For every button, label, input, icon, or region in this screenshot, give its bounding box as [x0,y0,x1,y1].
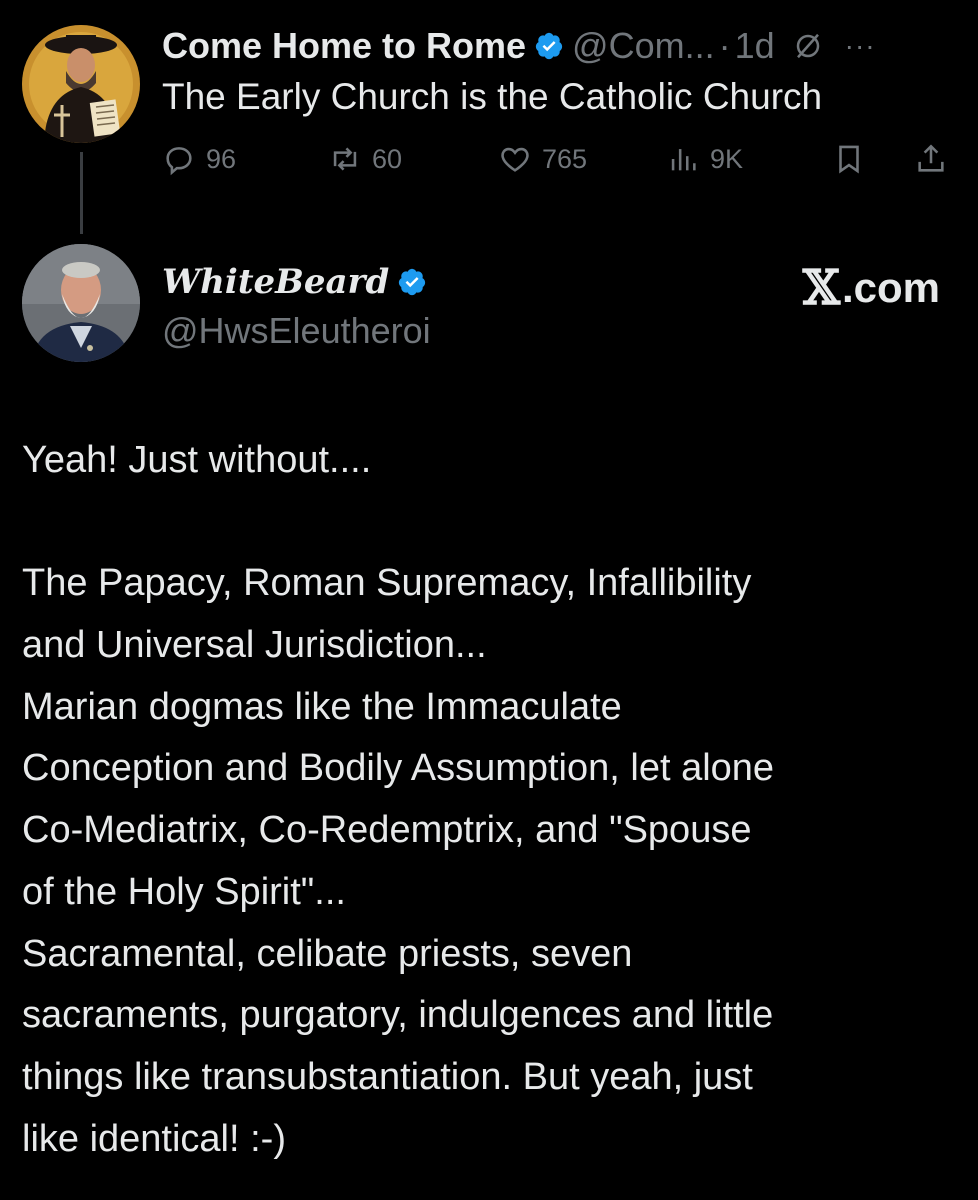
tweet1-author-name[interactable]: Come Home to Rome [162,25,526,67]
views-icon [671,149,696,171]
tweet2-handle[interactable]: @HwsEleutheroi [162,310,431,352]
views-button[interactable]: 9K [666,142,743,176]
tweet2-line: Sacramental, celibate priests, seven [22,932,633,975]
tweet2-line: sacraments, purgatory, indulgences and l… [22,994,774,1037]
reply-button[interactable]: 96 [162,142,236,176]
tweet1-handle[interactable]: @Com... [572,25,715,67]
tweet2-author-name[interactable]: WhiteBeard [162,262,389,302]
retweet-count: 60 [372,143,403,174]
like-count: 765 [542,143,588,174]
tweet2-line [22,492,957,554]
tweet2-line: things like transubstantiation. But yeah… [22,1055,753,1098]
tweet2-line: The Papacy, Roman Supremacy, Infallibili… [22,562,752,605]
tweet2-text: Yeah! Just without.... The Papacy, Roman… [22,430,957,1170]
avatar-whitebeard[interactable] [22,244,140,362]
retweet-icon [333,147,357,171]
views-count: 9K [710,143,744,174]
tweet1-text: The Early Church is the Catholic Church [162,76,823,117]
watermark-text: .com [841,264,940,311]
verified-badge-icon [535,32,563,60]
like-button[interactable]: 765 [498,142,587,176]
share-button[interactable] [914,142,958,176]
avatar-come-home-to-rome[interactable] [22,25,140,143]
tweet2-line: Yeah! Just without.... [22,439,372,481]
x-logo-icon: 𝕏 [802,260,840,316]
tweet2-line: Conception and Bodily Assumption, let al… [22,747,775,790]
thread-connector-line [80,152,83,234]
tweet2-author-row: WhiteBeard [162,258,435,306]
tweet1-header: Come Home to Rome @Com... · 1d ··· [162,22,876,70]
verified-badge-icon [399,268,426,296]
x-com-watermark: 𝕏 .com [803,260,940,316]
bookmark-button[interactable] [832,142,876,176]
like-icon [501,147,529,172]
reply-count: 96 [206,143,237,174]
bookmark-icon [839,145,859,174]
whitebeard-portrait-image [22,244,140,362]
tweet2-line: Marian dogmas like the Immaculate [22,685,622,728]
tweet1-action-bar: 96 60 765 9K [162,142,962,186]
separator-dot: · [718,25,731,66]
tweet2-line: of the Holy Spirit"... [22,870,346,913]
share-icon [918,144,944,172]
tweet2-line: and Universal Jurisdiction... [22,624,487,667]
tweet1-timestamp[interactable]: 1d [735,25,775,67]
reply-icon [166,147,192,176]
saint-portrait-image [22,25,140,143]
tweet2-line: Co-Mediatrix, Co-Redemptrix, and "Spouse [22,809,752,852]
retweet-button[interactable]: 60 [328,142,402,176]
more-icon[interactable]: ··· [845,30,876,62]
tweet2-line: like identical! :-) [22,1117,286,1160]
muted-icon [796,33,819,59]
